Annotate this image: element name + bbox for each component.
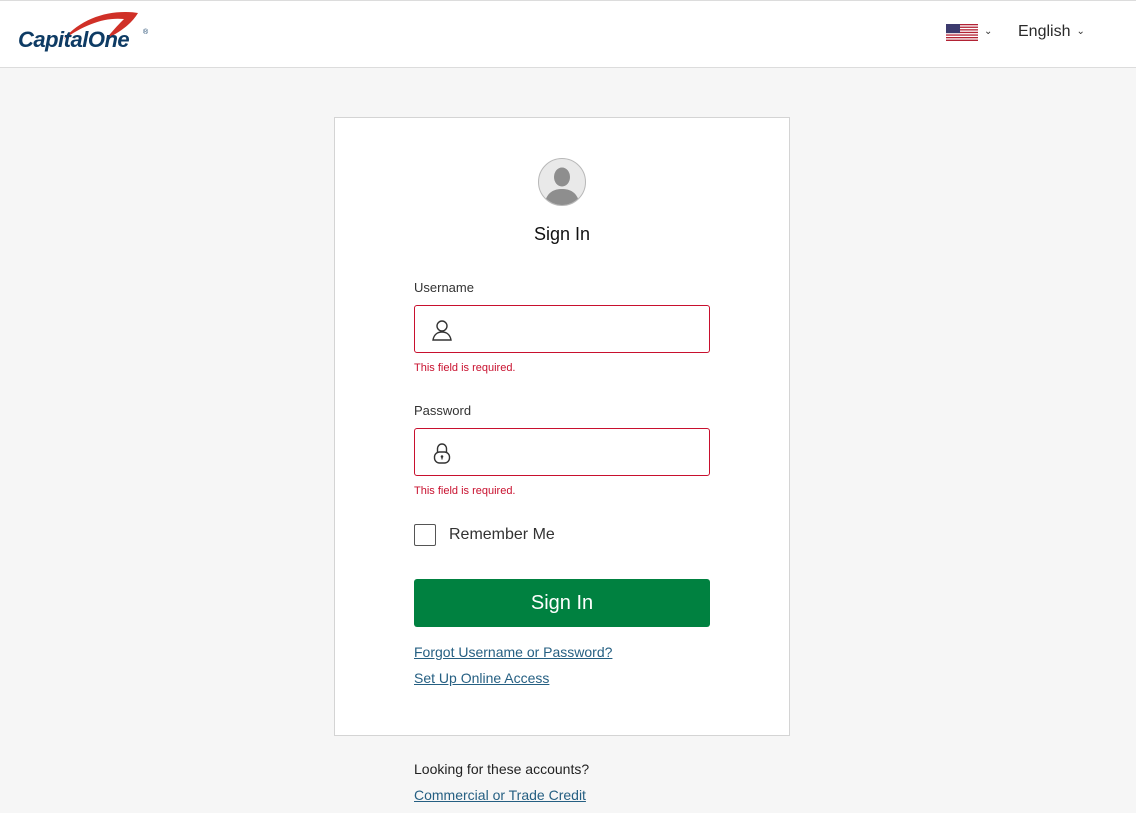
forgot-credentials-link[interactable]: Forgot Username or Password? (414, 644, 612, 660)
username-error: This field is required. (414, 362, 516, 374)
username-field-wrapper (414, 305, 710, 354)
remember-me-checkbox[interactable] (414, 524, 436, 546)
chevron-down-icon: ⌄ (984, 26, 993, 37)
lock-icon (433, 443, 451, 464)
password-field-wrapper (414, 428, 710, 477)
signin-title: Sign In (533, 224, 591, 244)
avatar-icon (538, 158, 586, 206)
user-icon (432, 320, 452, 341)
password-label: Password (414, 403, 472, 418)
remember-me-control[interactable]: Remember Me (414, 523, 555, 547)
password-input[interactable] (461, 429, 705, 477)
other-accounts-prompt: Looking for these accounts? (414, 761, 590, 777)
language-selector[interactable]: English ⌄ (1018, 21, 1085, 43)
password-error: This field is required. (414, 485, 516, 497)
remember-me-label: Remember Me (449, 526, 555, 543)
language-label: English (1018, 23, 1071, 40)
username-input[interactable] (461, 306, 705, 354)
country-selector[interactable]: ⌄ (946, 21, 996, 43)
logo-registered-mark: ® (143, 29, 149, 36)
logo-wordmark: CapitalOne (18, 27, 130, 52)
username-label: Username (414, 280, 474, 295)
commercial-trade-credit-link[interactable]: Commercial or Trade Credit (414, 787, 586, 803)
signin-card: Sign In Username This field is required.… (334, 117, 790, 736)
capital-one-logo[interactable]: CapitalOne ® (18, 9, 148, 57)
us-flag-icon (946, 23, 978, 41)
signin-button[interactable]: Sign In (414, 579, 710, 627)
chevron-down-icon: ⌄ (1076, 26, 1085, 37)
top-header: CapitalOne ® ⌄ English ⌄ (0, 0, 1136, 68)
setup-online-access-link[interactable]: Set Up Online Access (414, 670, 549, 686)
